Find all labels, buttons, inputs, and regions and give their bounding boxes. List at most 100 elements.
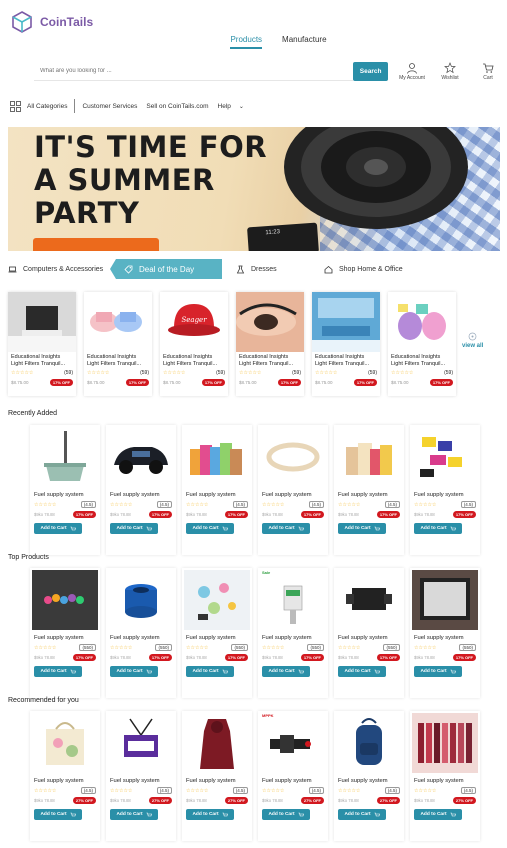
product-card[interactable]: Fuel supply system ☆☆☆☆☆ (4.5) $9ko 78.88… [410, 425, 480, 555]
product-card[interactable]: Fuel supply system ☆☆☆☆☆ (4.5) $9ko 78.88… [182, 425, 252, 555]
rating-badge: (550) [155, 644, 172, 651]
product-card[interactable]: Fuel supply system ☆☆☆☆☆ (4.5) $9ko 78.88… [106, 711, 176, 841]
product-card[interactable]: Fuel supply system ☆☆☆☆☆ (550) $9ko 78.88… [106, 568, 176, 698]
cart-icon [222, 526, 228, 530]
add-to-cart-button[interactable]: Add to Cart [186, 523, 234, 534]
product-card[interactable]: Fuel supply system ☆☆☆☆☆ (550) $9ko 78.88… [182, 568, 252, 698]
add-to-cart-button[interactable]: Add to Cart [34, 523, 82, 534]
deal-card[interactable]: Seager Educational Insights Light Filter… [160, 292, 228, 396]
view-all-link[interactable]: view all [462, 332, 483, 349]
product-image [84, 292, 152, 352]
cart-button[interactable]: Cart [474, 62, 502, 81]
add-to-cart-button[interactable]: Add to Cart [34, 666, 82, 677]
star-rating-icon: ☆☆☆☆☆ [414, 644, 437, 651]
add-to-cart-button[interactable]: Add to Cart [338, 666, 386, 677]
search-input[interactable] [34, 61, 354, 81]
search-button[interactable]: Search [353, 61, 388, 81]
customer-services-link[interactable]: Customer Services [82, 103, 137, 110]
review-count: (59) [64, 370, 73, 376]
product-image [388, 292, 456, 352]
product-card[interactable]: Fuel supply system ☆☆☆☆☆ (550) $9ko 78.88… [410, 568, 480, 698]
tab-manufacture[interactable]: Manufacture [282, 35, 326, 49]
add-to-cart-button[interactable]: Add to Cart [262, 666, 310, 677]
deal-card[interactable]: Educational Insights Light Filters Tranq… [236, 292, 304, 396]
review-count: (59) [216, 370, 225, 376]
add-to-cart-button[interactable]: Add to Cart [414, 809, 462, 820]
discount-badge: 27% OFF [72, 797, 96, 804]
cart-icon [374, 526, 380, 530]
discount-badge: 17% OFF [429, 379, 453, 386]
product-name: Fuel supply system [186, 492, 236, 498]
add-to-cart-button[interactable]: Add to Cart [186, 809, 234, 820]
add-to-cart-button[interactable]: Add to Cart [34, 809, 82, 820]
price: $9ko 78.88 [414, 655, 435, 660]
star-rating-icon: ☆☆☆☆☆ [87, 370, 110, 376]
all-categories-link[interactable]: All Categories [10, 100, 68, 112]
discount-badge: 27% OFF [452, 797, 476, 804]
tab-shop-home-office[interactable]: Shop Home & Office [324, 259, 403, 279]
discount-badge: 17% OFF [72, 654, 96, 661]
add-to-cart-button[interactable]: Add to Cart [338, 809, 386, 820]
product-image [184, 427, 250, 487]
all-categories-label: All Categories [27, 102, 68, 110]
add-to-cart-button[interactable]: Add to Cart [338, 523, 386, 534]
add-to-cart-button[interactable]: Add to Cart [262, 523, 310, 534]
brand-logo[interactable]: CoinTails [10, 10, 93, 34]
add-to-cart-button[interactable]: Add to Cart [414, 523, 462, 534]
product-name: Fuel supply system [110, 635, 160, 641]
cart-icon [483, 63, 494, 73]
cart-icon [298, 669, 304, 673]
my-account-button[interactable]: My Account [398, 62, 426, 81]
discount-badge: 27% OFF [224, 797, 248, 804]
product-card[interactable]: Fuel supply system ☆☆☆☆☆ (4.5) $9ko 78.88… [30, 425, 100, 555]
wishlist-button[interactable]: Wishlist [436, 61, 464, 81]
deal-card[interactable]: Educational Insights Light Filters Tranq… [388, 292, 456, 396]
price: $9ko 78.88 [34, 512, 55, 517]
tab-deal-of-the-day[interactable]: Deal of the Day [110, 259, 222, 279]
product-card[interactable]: Fuel supply system ☆☆☆☆☆ (4.5) $9ko 78.88… [258, 425, 328, 555]
hero-banner[interactable]: 11:23 IT'S TIME FOR A SUMMER PARTY [8, 127, 500, 251]
add-to-cart-button[interactable]: Add to Cart [186, 666, 234, 677]
deal-card[interactable]: Educational Insights Light Filters Tranq… [8, 292, 76, 396]
product-name: Fuel supply system [338, 778, 388, 784]
product-image [8, 292, 76, 352]
discount-badge: 17% OFF [49, 379, 73, 386]
price: $9ko 78.88 [34, 798, 55, 803]
product-card[interactable]: Sale Fuel supply system ☆☆☆☆☆ (550) $9ko … [258, 568, 328, 698]
product-card[interactable]: Fuel supply system ☆☆☆☆☆ (4.5) $9ko 78.88… [334, 711, 404, 841]
my-account-label: My Account [399, 74, 425, 81]
main-tabs: Products Manufacture [0, 35, 507, 49]
tab-deal-label: Deal of the Day [139, 264, 195, 274]
product-image [184, 570, 250, 630]
product-card[interactable]: Fuel supply system ☆☆☆☆☆ (4.5) $9ko 78.88… [334, 425, 404, 555]
add-to-cart-button[interactable]: Add to Cart [110, 666, 158, 677]
cart-icon [222, 812, 228, 816]
product-card[interactable]: Fuel supply system ☆☆☆☆☆ (550) $9ko 78.88… [30, 568, 100, 698]
product-card[interactable]: Fuel supply system ☆☆☆☆☆ (4.5) $9ko 78.88… [182, 711, 252, 841]
discount-badge: 17% OFF [353, 379, 377, 386]
banner-cta-button[interactable] [33, 238, 159, 251]
product-card[interactable]: Fuel supply system ☆☆☆☆☆ (4.5) $9ko 78.88… [410, 711, 480, 841]
deal-card[interactable]: Educational Insights Light Filters Tranq… [84, 292, 152, 396]
product-card[interactable]: MPPK Fuel supply system ☆☆☆☆☆ (4.5) $9ko … [258, 711, 328, 841]
product-card[interactable]: Fuel supply system ☆☆☆☆☆ (4.5) $9ko 78.88… [106, 425, 176, 555]
price: $9ko 78.88 [186, 512, 207, 517]
rating-badge: (4.5) [384, 501, 400, 508]
deal-name: Educational Insights Light Filters Tranq… [315, 354, 370, 367]
product-card[interactable]: Fuel supply system ☆☆☆☆☆ (550) $9ko 78.88… [334, 568, 404, 698]
add-to-cart-button[interactable]: Add to Cart [110, 809, 158, 820]
cart-icon [450, 812, 456, 816]
discount-badge: 17% OFF [201, 379, 225, 386]
add-to-cart-button[interactable]: Add to Cart [414, 666, 462, 677]
add-to-cart-button[interactable]: Add to Cart [110, 523, 158, 534]
add-to-cart-button[interactable]: Add to Cart [262, 809, 310, 820]
deal-card[interactable]: Educational Insights Light Filters Tranq… [312, 292, 380, 396]
sell-link[interactable]: Sell on CoinTails.com [146, 103, 208, 110]
tab-computers-accessories[interactable]: Computers & Accessories [8, 259, 116, 279]
section-title-recommended: Recommended for you [8, 697, 79, 704]
product-card[interactable]: Fuel supply system ☆☆☆☆☆ (4.5) $9ko 78.88… [30, 711, 100, 841]
tab-products[interactable]: Products [230, 35, 263, 49]
tab-dresses[interactable]: Dresses [236, 259, 324, 279]
banner-title-line-2: A SUMMER [34, 163, 215, 197]
help-link[interactable]: Help ⌄ [218, 103, 244, 110]
